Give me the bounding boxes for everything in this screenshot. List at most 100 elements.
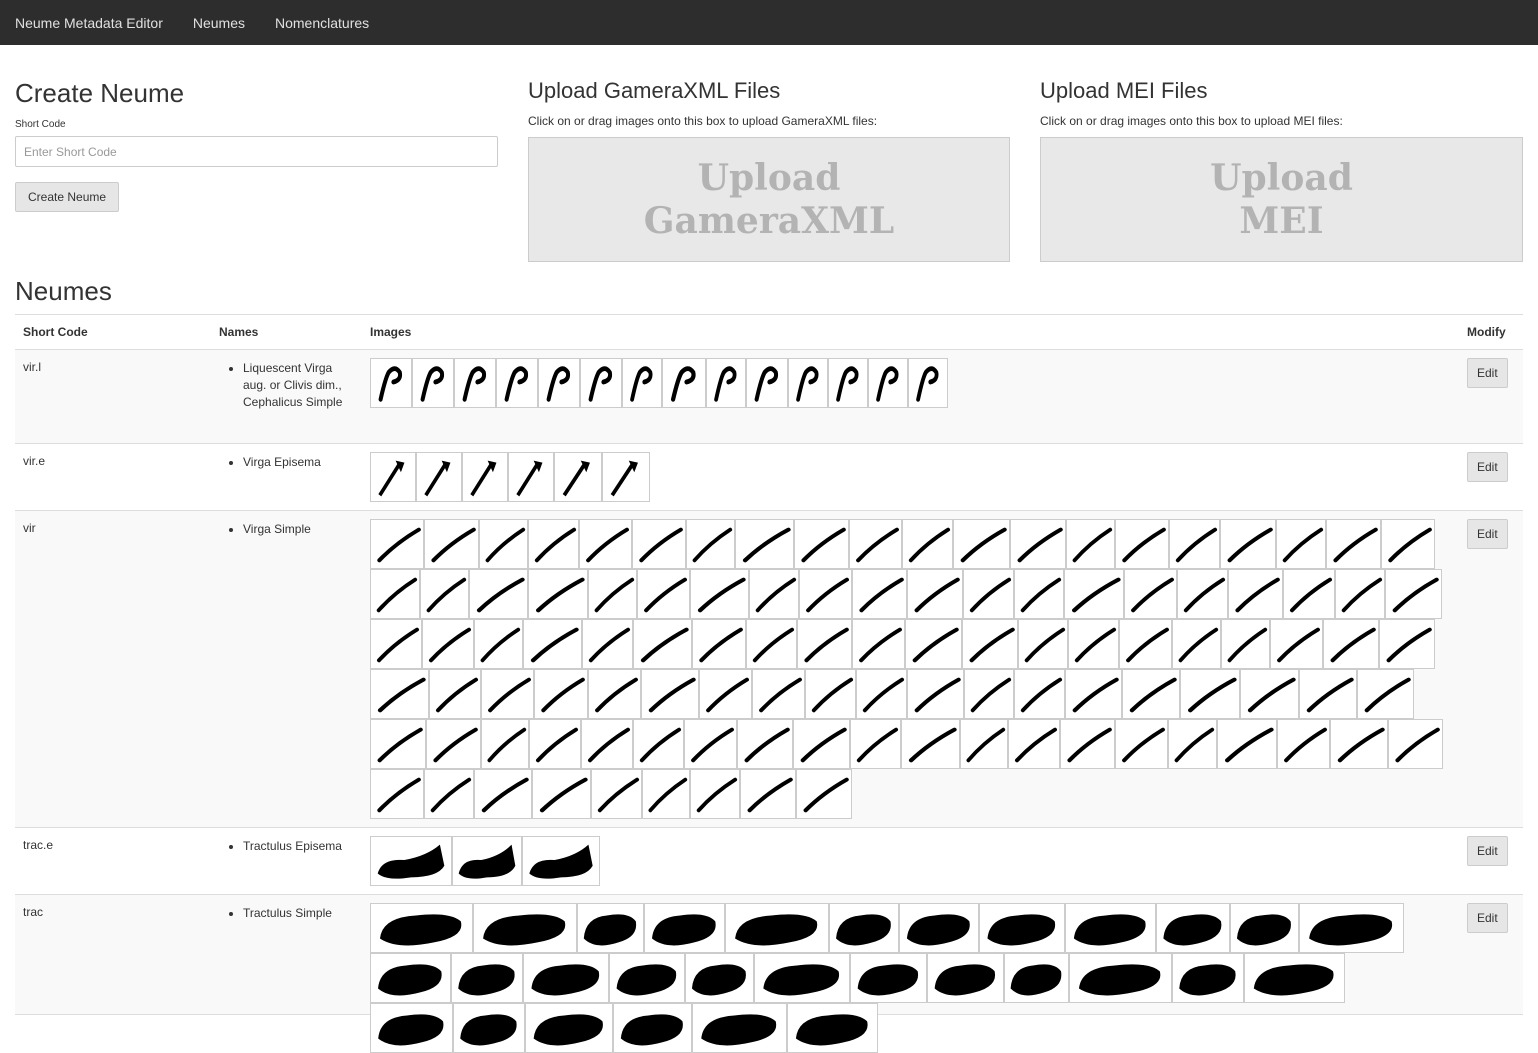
neume-image-thumbnail[interactable] [538,358,580,408]
neume-image-thumbnail[interactable] [1119,619,1172,669]
neume-image-thumbnail[interactable] [424,519,479,569]
neume-image-thumbnail[interactable] [637,569,690,619]
neume-image-thumbnail[interactable] [554,452,602,502]
neume-image-thumbnail[interactable] [805,669,856,719]
neume-image-thumbnail[interactable] [1064,569,1124,619]
neume-image-thumbnail[interactable] [706,358,746,408]
neume-image-thumbnail[interactable] [633,619,692,669]
neume-image-thumbnail[interactable] [907,669,964,719]
neume-image-thumbnail[interactable] [1065,669,1122,719]
neume-image-thumbnail[interactable] [1122,669,1180,719]
neume-image-thumbnail[interactable] [474,769,532,819]
neume-image-thumbnail[interactable] [699,669,752,719]
neume-image-thumbnail[interactable] [370,669,429,719]
neume-image-thumbnail[interactable] [528,519,579,569]
neume-image-thumbnail[interactable] [451,953,523,1003]
neume-image-thumbnail[interactable] [849,519,902,569]
neume-image-thumbnail[interactable] [737,719,793,769]
neume-image-thumbnail[interactable] [902,519,953,569]
neume-image-thumbnail[interactable] [591,769,642,819]
edit-button[interactable]: Edit [1467,903,1508,933]
edit-button[interactable]: Edit [1467,836,1508,866]
neume-image-thumbnail[interactable] [964,669,1014,719]
neume-image-thumbnail[interactable] [1124,569,1177,619]
neume-image-thumbnail[interactable] [580,358,622,408]
neume-image-thumbnail[interactable] [788,358,828,408]
neume-image-thumbnail[interactable] [523,619,582,669]
neume-image-thumbnail[interactable] [508,452,554,502]
neume-image-thumbnail[interactable] [370,719,426,769]
neume-image-thumbnail[interactable] [581,719,633,769]
neume-image-thumbnail[interactable] [740,769,796,819]
neume-image-thumbnail[interactable] [1180,669,1240,719]
neume-image-thumbnail[interactable] [797,619,852,669]
neume-image-thumbnail[interactable] [746,358,788,408]
neume-image-thumbnail[interactable] [370,452,416,502]
neume-image-thumbnail[interactable] [370,619,422,669]
neume-image-thumbnail[interactable] [370,836,452,886]
neume-image-thumbnail[interactable] [1177,569,1228,619]
neume-image-thumbnail[interactable] [370,903,473,953]
neume-image-thumbnail[interactable] [452,836,522,886]
neume-image-thumbnail[interactable] [642,769,690,819]
neume-image-thumbnail[interactable] [412,358,454,408]
neume-image-thumbnail[interactable] [422,619,474,669]
neume-image-thumbnail[interactable] [534,669,588,719]
neume-image-thumbnail[interactable] [1276,519,1326,569]
neume-image-thumbnail[interactable] [370,769,424,819]
neume-image-thumbnail[interactable] [662,358,706,408]
neume-image-thumbnail[interactable] [905,619,962,669]
neume-image-thumbnail[interactable] [1014,669,1065,719]
neume-image-thumbnail[interactable] [901,719,960,769]
neume-image-thumbnail[interactable] [787,1003,878,1053]
gamera-dropzone[interactable]: Upload GameraXML [528,137,1010,262]
neume-image-thumbnail[interactable] [370,953,451,1003]
neume-image-thumbnail[interactable] [582,619,633,669]
neume-image-thumbnail[interactable] [1115,519,1169,569]
neume-image-thumbnail[interactable] [1228,569,1283,619]
neume-image-thumbnail[interactable] [1014,569,1064,619]
neume-image-thumbnail[interactable] [416,452,462,502]
neume-image-thumbnail[interactable] [907,569,963,619]
neume-image-thumbnail[interactable] [754,953,850,1003]
neume-image-thumbnail[interactable] [577,903,644,953]
neume-image-thumbnail[interactable] [852,569,907,619]
neume-image-thumbnail[interactable] [479,519,528,569]
neume-image-thumbnail[interactable] [856,669,907,719]
neume-image-thumbnail[interactable] [641,669,699,719]
neume-image-thumbnail[interactable] [1008,719,1060,769]
edit-button[interactable]: Edit [1467,452,1508,482]
neume-image-thumbnail[interactable] [1069,953,1172,1003]
short-code-input[interactable] [15,136,498,167]
neume-image-thumbnail[interactable] [799,569,852,619]
neume-image-thumbnail[interactable] [370,1003,453,1053]
neume-image-thumbnail[interactable] [725,903,829,953]
neume-image-thumbnail[interactable] [1388,719,1443,769]
neume-image-thumbnail[interactable] [1330,719,1388,769]
neume-image-thumbnail[interactable] [749,569,799,619]
neume-image-thumbnail[interactable] [1018,619,1068,669]
neume-image-thumbnail[interactable] [1010,519,1066,569]
neume-image-thumbnail[interactable] [1299,903,1404,953]
neume-image-thumbnail[interactable] [692,1003,787,1053]
neume-image-thumbnail[interactable] [633,719,684,769]
neume-image-thumbnail[interactable] [1115,719,1168,769]
neume-image-thumbnail[interactable] [473,903,577,953]
neume-image-thumbnail[interactable] [1172,953,1244,1003]
neume-image-thumbnail[interactable] [523,953,609,1003]
neume-image-thumbnail[interactable] [370,569,420,619]
neume-image-thumbnail[interactable] [1244,953,1345,1003]
neume-image-thumbnail[interactable] [1068,619,1119,669]
neume-image-thumbnail[interactable] [850,719,901,769]
neume-image-thumbnail[interactable] [686,519,735,569]
neume-image-thumbnail[interactable] [868,358,908,408]
neume-image-thumbnail[interactable] [690,769,740,819]
brand-link[interactable]: Neume Metadata Editor [15,15,163,31]
nav-link-neumes[interactable]: Neumes [193,15,245,31]
neume-image-thumbnail[interactable] [793,719,850,769]
neume-image-thumbnail[interactable] [829,903,899,953]
neume-image-thumbnail[interactable] [496,358,538,408]
neume-image-thumbnail[interactable] [1065,903,1156,953]
neume-image-thumbnail[interactable] [1066,519,1115,569]
neume-image-thumbnail[interactable] [899,903,979,953]
